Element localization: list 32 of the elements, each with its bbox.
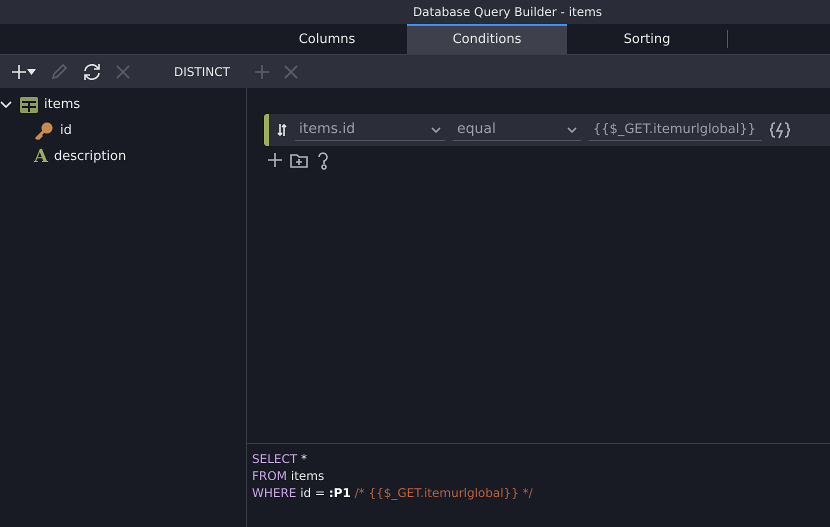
close-icon (284, 64, 298, 78)
close-icon (116, 64, 130, 78)
tab[interactable]: Conditions (407, 24, 567, 54)
distinct-button[interactable]: DISTINCT (169, 60, 235, 82)
add-group-button[interactable] (290, 152, 308, 170)
tab[interactable]: Columns (247, 24, 407, 54)
expand-toggle[interactable] (0, 101, 14, 109)
add-icon (11, 64, 27, 80)
chevron-icon (431, 126, 441, 132)
key-icon (34, 122, 54, 140)
sort-arrows-icon (277, 124, 287, 136)
dynamic-data-button[interactable] (770, 121, 790, 139)
text-type-icon: A (34, 148, 48, 166)
field-select[interactable]: items.id (295, 119, 445, 141)
tree-item-label[interactable]: description (54, 147, 126, 167)
folder-plus-icon (290, 152, 308, 170)
tree-item-label[interactable]: items (44, 95, 80, 115)
table-icon (20, 97, 38, 113)
add-icon (267, 152, 283, 170)
add-condition-button[interactable] (267, 152, 283, 170)
add-icon (254, 64, 270, 80)
chevron-icon (567, 126, 577, 132)
window-title: Database Query Builder - items (0, 0, 830, 24)
operator-select[interactable]: equal (453, 119, 581, 141)
bolt-braces-icon (770, 121, 790, 139)
refresh-icon (82, 62, 102, 82)
tree-item-label[interactable]: id (60, 121, 72, 141)
caret-icon (27, 68, 36, 74)
pencil-icon (50, 62, 68, 80)
value-field[interactable]: {{$_GET.itemurlglobal}} (589, 119, 762, 141)
sql-preview: SELECT * FROM items WHERE id = :P1 /* {{$_GET.itemurlglobal}} */ (247, 443, 830, 527)
tab[interactable]: Sorting (567, 24, 727, 54)
